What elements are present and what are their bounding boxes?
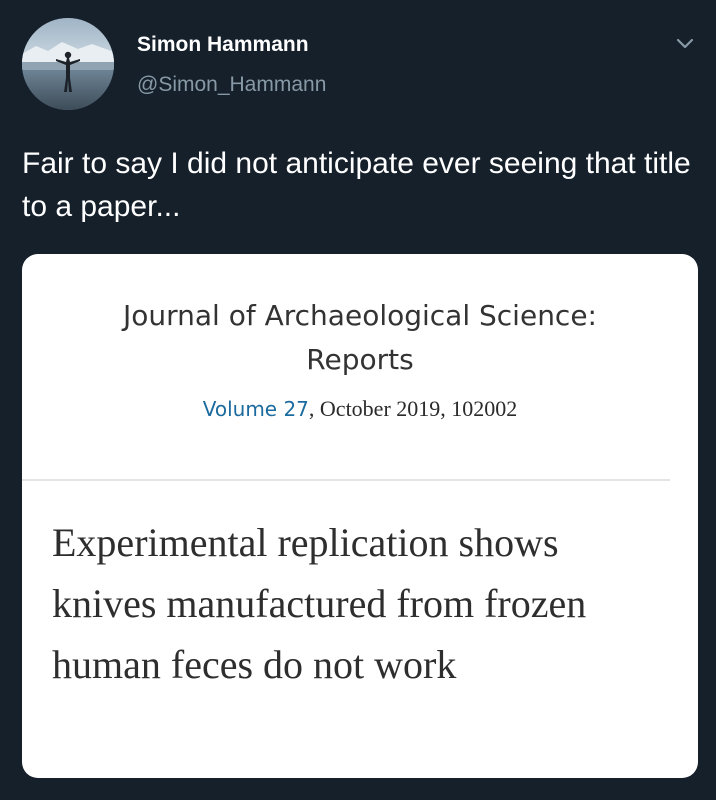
volume-date: , October 2019, 102002 [308, 396, 518, 421]
tweet: Simon Hammann @Simon_Hammann Fair to say… [0, 0, 716, 800]
volume-link[interactable]: Volume 27 [203, 397, 309, 421]
author-display-name[interactable]: Simon Hammann [137, 33, 309, 57]
article-title: Experimental replication shows knives ma… [52, 520, 587, 687]
tweet-text: Fair to say I did not anticipate ever se… [22, 147, 691, 223]
divider [22, 479, 670, 481]
chevron-down-icon[interactable] [672, 30, 698, 56]
volume-line: Volume 27, October 2019, 102002 [22, 396, 698, 422]
author-handle[interactable]: @Simon_Hammann [137, 73, 326, 97]
profile-photo [22, 18, 114, 110]
attached-image-card[interactable]: Journal of Archaeological Science: Repor… [22, 254, 698, 778]
journal-name: Journal of Archaeological Science: Repor… [122, 299, 597, 376]
avatar[interactable] [22, 18, 114, 110]
